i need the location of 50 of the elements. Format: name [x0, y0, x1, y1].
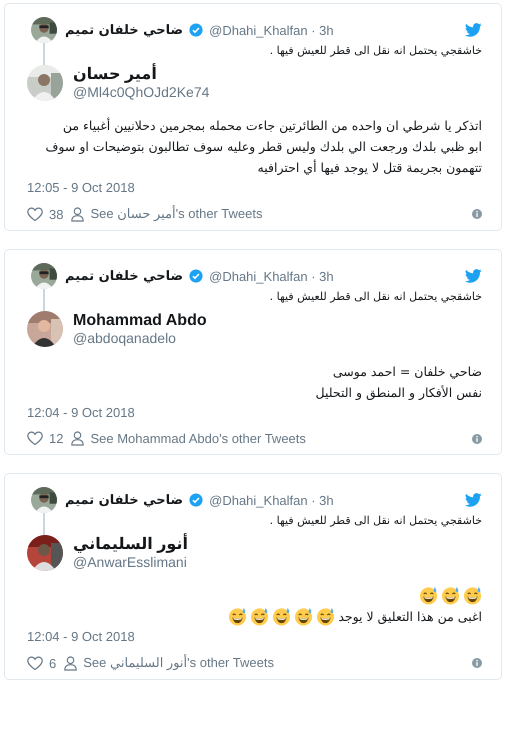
laughing-sweat-face-icon	[228, 607, 248, 626]
author-handle[interactable]: @Ml4c0QhOJd2Ke74	[73, 84, 210, 101]
like-count: 6	[49, 656, 56, 670]
laughing-sweat-face-icon	[250, 607, 270, 626]
tweet-text: ضاحي خلفان = احمد موسى	[332, 363, 482, 381]
quoted-author-name[interactable]: ضاحي خلفان تميم	[65, 268, 184, 284]
quoted-tweet-text: خاشقجي يحتمل انه نقل الى قطر للعيش فيها .	[268, 43, 482, 59]
info-icon[interactable]	[472, 434, 482, 444]
laughing-sweat-face-icon	[316, 607, 336, 626]
author-name[interactable]: Mohammad Abdo	[73, 311, 207, 330]
quoted-author-handle[interactable]: @Dhahi_Khalfan · 3h	[209, 268, 334, 284]
quoted-author-handle[interactable]: @Dhahi_Khalfan · 3h	[209, 22, 334, 38]
person-icon[interactable]	[71, 431, 84, 446]
laughing-sweat-face-icon	[419, 586, 438, 605]
quoted-tweet-text: خاشقجي يحتمل انه نقل الى قطر للعيش فيها .	[268, 289, 482, 305]
other-tweets-link[interactable]: See أمير حسان's other Tweets	[90, 206, 262, 222]
person-icon[interactable]	[64, 656, 78, 670]
other-tweets-link[interactable]: See أنور السليماني's other Tweets	[83, 655, 274, 671]
quoted-author-name[interactable]: ضاحي خلفان تميم	[65, 22, 184, 38]
heart-icon[interactable]	[27, 656, 43, 670]
tweet-text: تتهمون بجريمة قتل لا يوجد فيها أي احترافيه	[258, 158, 482, 177]
laughing-sweat-face-icon	[272, 607, 292, 626]
laughing-sweat-face-icon	[463, 586, 482, 605]
tweet-timestamp[interactable]: 12:05 - 9 Oct 2018	[27, 180, 135, 195]
quoted-author-handle[interactable]: @Dhahi_Khalfan · 3h	[209, 492, 334, 508]
quoted-tweet-text: خاشقجي يحتمل انه نقل الى قطر للعيش فيها .	[268, 513, 482, 529]
bird-icon[interactable]	[465, 269, 482, 283]
author-name[interactable]: أمير حسان	[73, 65, 210, 84]
other-tweets-link[interactable]: See Mohammad Abdo's other Tweets	[90, 431, 306, 446]
like-count: 12	[49, 431, 64, 446]
info-icon[interactable]	[472, 209, 482, 219]
bird-icon[interactable]	[465, 493, 482, 507]
tweet-text: ابو ظبي بلدك ورجعت الي بلدك وليس قطر وعليه سوف تطالبون بتوضيحات او سوف	[45, 138, 482, 156]
tweet-text: نفس الأفكار و المنطق و التحليل	[316, 384, 482, 402]
laughing-sweat-face-icon	[441, 586, 460, 605]
heart-icon[interactable]	[27, 431, 43, 446]
author-handle[interactable]: @abdoqanadelo	[73, 330, 207, 347]
tweet-text: اغبى من هذا التعليق لا يوجد	[338, 608, 482, 626]
bird-icon[interactable]	[465, 23, 482, 37]
like-count: 38	[49, 206, 64, 222]
author-handle[interactable]: @AnwarEsslimani	[73, 554, 188, 571]
heart-icon[interactable]	[27, 206, 43, 222]
tweet-timestamp[interactable]: 12:04 - 9 Oct 2018	[27, 629, 135, 644]
quoted-author-name[interactable]: ضاحي خلفان تميم	[65, 492, 184, 508]
tweet-timestamp[interactable]: 12:04 - 9 Oct 2018	[27, 405, 135, 420]
author-name[interactable]: أنور السليماني	[73, 535, 188, 554]
person-icon[interactable]	[71, 206, 84, 222]
tweet-text: اتذكر يا شرطي ان واحده من الطائرتين جاءت محمله بمجرمين دحلانيين أغبياء من	[62, 116, 482, 135]
laughing-sweat-face-icon	[294, 607, 314, 626]
info-icon[interactable]	[472, 658, 482, 668]
